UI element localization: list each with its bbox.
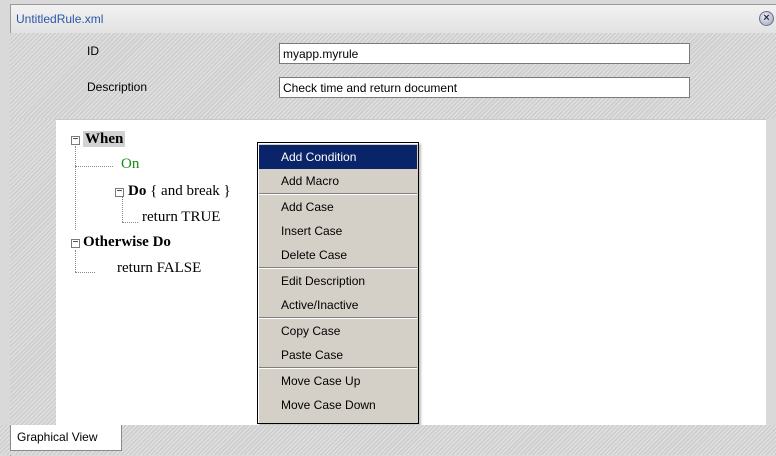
- menu-item-move-case-up[interactable]: Move Case Up: [259, 369, 417, 393]
- tree-node-when[interactable]: When: [83, 131, 126, 148]
- description-label: Description: [87, 80, 148, 94]
- menu-item-paste-case[interactable]: Paste Case: [259, 343, 417, 367]
- collapse-when-icon[interactable]: −: [71, 136, 80, 146]
- title-bar: UntitledRule.xml ×: [11, 5, 776, 34]
- collapse-do-icon[interactable]: −: [115, 188, 124, 198]
- tree-node-return-false[interactable]: return FALSE: [117, 260, 201, 277]
- id-field[interactable]: [279, 43, 690, 64]
- left-gutter: [10, 119, 56, 425]
- tree-node-do[interactable]: Do { and break }: [128, 183, 231, 200]
- menu-item-insert-case[interactable]: Insert Case: [259, 219, 417, 243]
- view-tab-bar: Graphical View: [0, 425, 776, 455]
- tree-node-otherwise[interactable]: Otherwise Do: [83, 234, 171, 251]
- tree-connector: [122, 194, 123, 222]
- id-label: ID: [87, 44, 99, 58]
- do-suffix: { and break }: [146, 183, 231, 199]
- menu-item-delete-case[interactable]: Delete Case: [259, 243, 417, 267]
- tree-connector: [122, 222, 138, 223]
- tree-connector: [75, 272, 95, 273]
- rule-properties-form: ID Description: [10, 33, 776, 119]
- when-label: When: [83, 131, 126, 147]
- tree-node-on[interactable]: On: [121, 156, 139, 173]
- menu-item-add-macro[interactable]: Add Macro: [259, 169, 417, 193]
- menu-item-add-condition[interactable]: Add Condition: [259, 145, 417, 169]
- menu-item-copy-case[interactable]: Copy Case: [259, 319, 417, 343]
- tree-connector: [75, 146, 76, 230]
- collapse-otherwise-icon[interactable]: −: [71, 239, 80, 249]
- tree-node-return-true[interactable]: return TRUE: [142, 209, 220, 226]
- otherwise-label: Otherwise Do: [83, 234, 171, 250]
- close-icon[interactable]: ×: [759, 11, 774, 26]
- tree-connector: [75, 250, 76, 272]
- do-label: Do: [128, 183, 147, 199]
- menu-item-move-case-down[interactable]: Move Case Down: [259, 393, 417, 417]
- window-title: UntitledRule.xml: [16, 12, 104, 26]
- tree-connector: [75, 166, 113, 167]
- menu-item-active-inactive[interactable]: Active/Inactive: [259, 293, 417, 317]
- menu-item-edit-description[interactable]: Edit Description: [259, 269, 417, 293]
- menu-item-add-case[interactable]: Add Case: [259, 195, 417, 219]
- context-menu: Add Condition Add Macro Add Case Insert …: [257, 142, 419, 424]
- description-field[interactable]: [279, 77, 690, 98]
- tab-graphical-view[interactable]: Graphical View: [10, 425, 122, 451]
